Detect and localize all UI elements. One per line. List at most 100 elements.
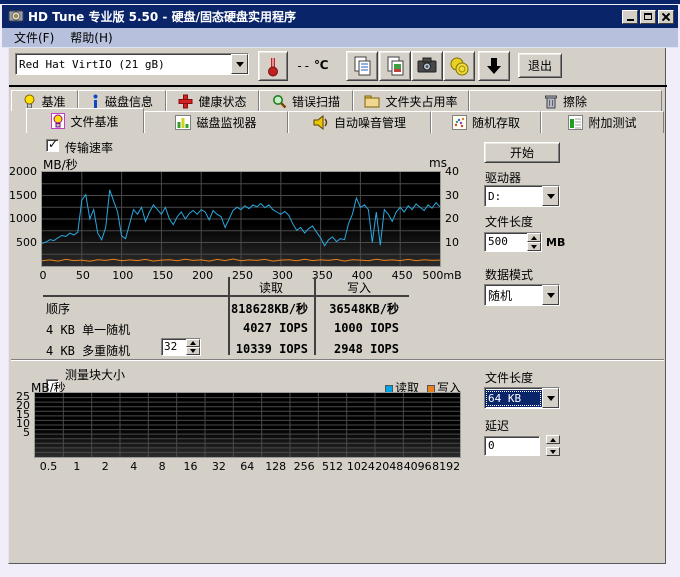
chevron-down-icon bbox=[547, 194, 555, 199]
menu-item-file[interactable]: 文件(F) bbox=[6, 27, 62, 48]
health-cross-icon bbox=[178, 94, 193, 109]
data-mode-dropdown-button[interactable] bbox=[542, 285, 559, 305]
block-file-length-combo[interactable]: 64 KB bbox=[484, 387, 560, 409]
file-length-up-button[interactable] bbox=[527, 233, 541, 242]
maximize-icon bbox=[644, 13, 652, 20]
axis-tick-label: 1000 bbox=[9, 212, 37, 225]
transfer-rate-chart bbox=[41, 171, 441, 267]
drive-select-dropdown-button[interactable] bbox=[231, 54, 248, 74]
drive-combo-dropdown-button[interactable] bbox=[542, 186, 559, 206]
tab-label: 健康状态 bbox=[198, 93, 246, 110]
minimize-icon bbox=[627, 19, 634, 21]
trash-icon bbox=[544, 94, 558, 109]
arrow-down-icon bbox=[550, 450, 556, 454]
magnifier-icon bbox=[272, 94, 287, 109]
window-border bbox=[0, 0, 680, 4]
save-button[interactable] bbox=[478, 51, 510, 81]
row-sequential-label: 顺序 bbox=[46, 300, 70, 317]
delay-value: 0 bbox=[485, 437, 539, 454]
queue-depth-down-button[interactable] bbox=[186, 347, 200, 355]
chevron-down-icon bbox=[547, 396, 555, 401]
tab-file-benchmark-active[interactable]: 文件基准 bbox=[26, 108, 144, 133]
row-sequential-read: 818628KB/秒 bbox=[228, 300, 308, 317]
thermometer-icon bbox=[265, 55, 281, 77]
folder-icon bbox=[364, 94, 380, 108]
queue-depth-up-button[interactable] bbox=[186, 339, 200, 347]
tab-disk-monitor[interactable]: 磁盘监视器 bbox=[144, 111, 288, 133]
start-button[interactable]: 开始 bbox=[484, 142, 560, 163]
exit-button[interactable]: 退出 bbox=[518, 53, 562, 78]
file-length-spinner[interactable]: 500 bbox=[484, 232, 542, 252]
axis-tick-label: 8192 bbox=[426, 460, 466, 473]
extra-tests-icon bbox=[568, 115, 583, 130]
chevron-down-icon bbox=[236, 62, 244, 67]
arrow-up-icon bbox=[550, 438, 556, 442]
axis-tick-label: 150 bbox=[141, 269, 185, 282]
drive-combo-value: D: bbox=[485, 188, 542, 205]
tab-label: 随机存取 bbox=[472, 114, 520, 131]
axis-tick-label: 2000 bbox=[9, 165, 37, 178]
row-4k-multi-read: 10339 IOPS bbox=[228, 342, 308, 356]
queue-depth-value: 32 bbox=[162, 339, 186, 355]
maximize-button[interactable] bbox=[640, 10, 656, 24]
data-mode-value: 随机 bbox=[485, 285, 542, 306]
tab-label: 文件夹占用率 bbox=[385, 93, 457, 110]
tab-label: 附加测试 bbox=[588, 114, 636, 131]
copy-text-button[interactable] bbox=[346, 51, 378, 81]
exit-button-label: 退出 bbox=[528, 57, 552, 74]
client-area: Red Hat VirtIO (21 gB) -- ℃ bbox=[8, 48, 666, 564]
delay-down-button[interactable] bbox=[546, 447, 560, 456]
row-4k-single-read: 4027 IOPS bbox=[228, 321, 308, 335]
temperature-button[interactable] bbox=[258, 51, 288, 81]
block-file-length-dropdown-button[interactable] bbox=[542, 388, 559, 408]
bar-chart-icon bbox=[175, 115, 191, 130]
temperature-unit: ℃ bbox=[314, 58, 329, 72]
tab-folder-usage[interactable]: 文件夹占用率 bbox=[353, 90, 469, 111]
titlebar[interactable]: HD Tune 专业版 5.50 - 硬盘/固态硬盘实用程序 bbox=[2, 5, 678, 28]
axis-tick-label: 500mB bbox=[420, 269, 464, 282]
chevron-down-icon bbox=[547, 293, 555, 298]
table-header-rule bbox=[43, 295, 409, 297]
arrow-down-icon bbox=[190, 349, 196, 353]
row-4k-single-write: 1000 IOPS bbox=[314, 321, 399, 335]
queue-depth-spinner[interactable]: 32 bbox=[161, 338, 201, 356]
drive-combo[interactable]: D: bbox=[484, 185, 560, 207]
app-window: HD Tune 专业版 5.50 - 硬盘/固态硬盘实用程序 文件(F) 帮助(… bbox=[0, 0, 680, 577]
file-length-down-button[interactable] bbox=[527, 242, 541, 251]
scatter-icon bbox=[452, 115, 467, 130]
block-file-length-value: 64 KB bbox=[485, 390, 542, 407]
axis-tick-label: 0 bbox=[21, 269, 65, 282]
donate-button[interactable] bbox=[443, 51, 475, 81]
drive-select-value: Red Hat VirtIO (21 gB) bbox=[16, 56, 231, 73]
write-header: 写入 bbox=[314, 279, 404, 296]
tab-random-access[interactable]: 随机存取 bbox=[431, 111, 541, 133]
transfer-rate-checkbox[interactable] bbox=[46, 139, 59, 152]
tab-aam[interactable]: 自动噪音管理 bbox=[288, 111, 431, 133]
data-mode-combo[interactable]: 随机 bbox=[484, 284, 560, 306]
data-mode-label: 数据模式 bbox=[485, 266, 533, 283]
delay-up-button[interactable] bbox=[546, 435, 560, 444]
delay-field[interactable]: 0 bbox=[484, 436, 540, 456]
row-4k-single-label: 4 KB 单一随机 bbox=[46, 321, 130, 338]
copy-image-button[interactable] bbox=[379, 51, 411, 81]
block-size-label: 测量块大小 bbox=[65, 366, 125, 383]
drive-label: 驱动器 bbox=[485, 169, 521, 186]
axis-tick-label: 50 bbox=[61, 269, 105, 282]
minimize-button[interactable] bbox=[622, 10, 638, 24]
axis-tick-label: 200 bbox=[181, 269, 225, 282]
arrow-up-icon bbox=[190, 341, 196, 345]
drive-select-combo[interactable]: Red Hat VirtIO (21 gB) bbox=[15, 53, 249, 75]
menubar: 文件(F) 帮助(H) bbox=[2, 28, 678, 48]
axis-tick-label: 1500 bbox=[9, 189, 37, 202]
close-button[interactable] bbox=[658, 10, 674, 24]
axis-tick-label: 10 bbox=[445, 236, 459, 249]
screenshot-button[interactable] bbox=[411, 51, 443, 81]
section-separator bbox=[11, 359, 664, 361]
tab-health[interactable]: 健康状态 bbox=[166, 90, 259, 111]
info-icon bbox=[91, 94, 100, 109]
tab-erase[interactable]: 擦除 bbox=[469, 90, 662, 111]
menu-item-help[interactable]: 帮助(H) bbox=[62, 27, 120, 48]
tab-error-scan[interactable]: 错误扫描 bbox=[259, 90, 353, 111]
file-benchmark-icon bbox=[51, 113, 65, 129]
tab-extra-tests[interactable]: 附加测试 bbox=[541, 111, 664, 133]
